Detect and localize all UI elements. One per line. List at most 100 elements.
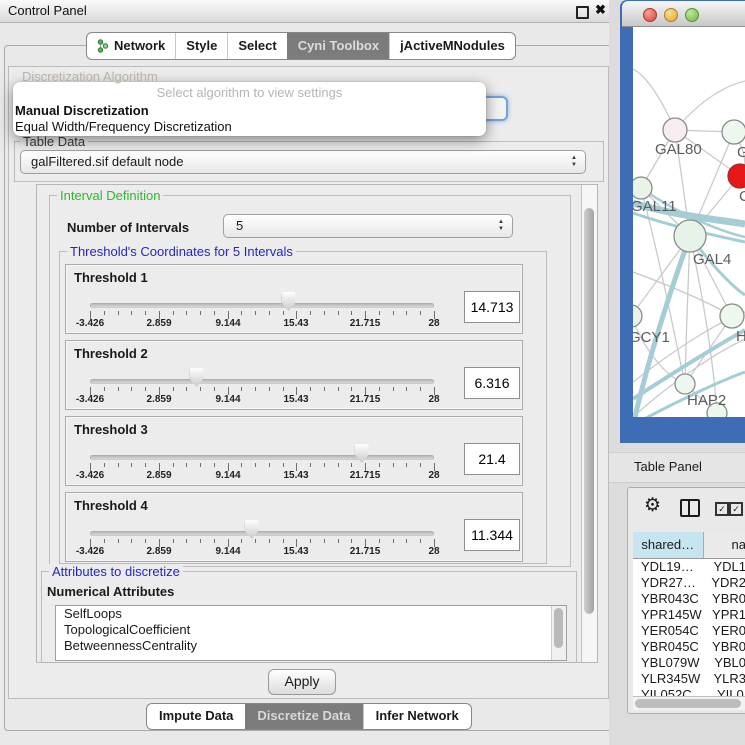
combo-arrows-icon: ▲▼ (571, 155, 577, 169)
table-data-combobox[interactable]: galFiltered.sif default node ▲▼ (20, 150, 586, 174)
list-scrollbar-thumb[interactable] (554, 608, 563, 648)
cell-name[interactable]: YBR0 (706, 639, 745, 655)
table-row[interactable]: YDL19…YDL1 (633, 559, 745, 575)
tick-mark (420, 539, 421, 543)
network-node-label: GAL4 (693, 251, 731, 268)
float-window-icon[interactable] (576, 6, 589, 19)
checkbox-icon[interactable]: ✓ (715, 502, 729, 516)
slider-handle[interactable] (282, 292, 296, 311)
checkbox-icon[interactable]: ✓ (729, 502, 743, 516)
slider-handle[interactable] (190, 368, 204, 387)
tick-mark (186, 387, 187, 391)
tick-mark (118, 463, 119, 467)
table-row[interactable]: YPR145WYPR1 (633, 607, 745, 623)
mac-minimize-button[interactable] (664, 8, 678, 22)
tab-cyni-toolbox[interactable]: Cyni Toolbox (287, 33, 389, 59)
tick-mark (324, 463, 325, 467)
dropdown-option-equal-width[interactable]: Equal Width/Frequency Discretization (13, 119, 486, 135)
tab-jactivemnodules[interactable]: jActiveMNodules (389, 33, 515, 59)
network-window-titlebar[interactable] (622, 1, 745, 27)
table-row[interactable]: YBR045CYBR0 (633, 639, 745, 655)
cell-name[interactable]: YBL0 (708, 655, 745, 671)
cell-name[interactable]: YBR0 (706, 591, 745, 607)
table-row[interactable]: YBL079WYBL0 (633, 655, 745, 671)
cell-name[interactable]: YDL1 (707, 559, 745, 575)
cell-shared-name[interactable]: YDR27… (633, 575, 705, 591)
table-horizontal-scrollbar[interactable] (633, 696, 745, 710)
tick-mark (186, 463, 187, 467)
table-row[interactable]: YIL052CYIL0 (633, 687, 745, 696)
cell-shared-name[interactable]: YIL052C (633, 687, 711, 696)
network-node[interactable] (674, 220, 706, 252)
slider-handle[interactable] (355, 444, 369, 463)
table-row[interactable]: YDR27…YDR2 (633, 575, 745, 591)
list-scrollbar[interactable] (551, 606, 566, 660)
tick-mark (214, 463, 215, 467)
tick-mark (173, 311, 174, 315)
gear-icon[interactable]: ⚙ (644, 494, 661, 517)
cell-shared-name[interactable]: YER054C (633, 623, 706, 639)
table-row[interactable]: YLR345WYLR3 (633, 671, 745, 687)
column-header-shared-name[interactable]: shared… (633, 532, 704, 558)
slider-track[interactable] (90, 531, 434, 536)
tab-impute-data[interactable]: Impute Data (147, 704, 245, 729)
network-node[interactable] (633, 305, 642, 327)
threshold-4-value-field[interactable] (464, 519, 520, 551)
threshold-3-value-field[interactable] (464, 443, 520, 475)
network-node[interactable] (720, 304, 744, 328)
attribute-list-item[interactable]: BetweennessCentrality (56, 638, 566, 654)
cell-shared-name[interactable]: YBR043C (633, 591, 706, 607)
vertical-scrollbar-thumb[interactable] (584, 208, 594, 614)
cell-shared-name[interactable]: YBR045C (633, 639, 706, 655)
slider-track[interactable] (90, 455, 434, 460)
columns-icon[interactable] (680, 499, 700, 517)
dropdown-placeholder-item[interactable]: Select algorithm to view settings (13, 82, 486, 103)
horizontal-scrollbar-thumb[interactable] (635, 699, 741, 708)
cell-name[interactable]: YPR1 (706, 607, 745, 623)
cell-name[interactable]: YIL0 (711, 687, 744, 696)
threshold-2-value-field[interactable] (464, 367, 520, 399)
tab-style[interactable]: Style (175, 33, 227, 59)
panel-title: Control Panel (8, 3, 87, 18)
tick-mark (241, 539, 242, 543)
tick-mark (118, 311, 119, 315)
attribute-list-item[interactable]: SelfLoops (56, 606, 566, 622)
tick-mark (310, 311, 311, 315)
network-node-label: HAP2 (687, 392, 726, 409)
attribute-list-item[interactable]: TopologicalCoefficient (56, 622, 566, 638)
tab-discretize-data[interactable]: Discretize Data (245, 704, 362, 729)
network-canvas[interactable]: GAL80GACGAL11GAL4GCY1HHAP2 (633, 27, 745, 417)
network-node[interactable] (722, 120, 745, 144)
slider-handle[interactable] (245, 520, 259, 539)
spinner-arrows-icon: ▲▼ (498, 219, 504, 233)
dropdown-option-manual[interactable]: Manual Discretization (13, 103, 486, 119)
network-node[interactable] (663, 118, 687, 142)
settings-vertical-scrollbar[interactable] (581, 185, 597, 662)
network-node[interactable] (728, 164, 745, 188)
cell-shared-name[interactable]: YLR345W (633, 671, 707, 687)
cell-name[interactable]: YLR3 (707, 671, 745, 687)
network-icon (97, 39, 109, 53)
table-row[interactable]: YBR043CYBR0 (633, 591, 745, 607)
cell-shared-name[interactable]: YBL079W (633, 655, 708, 671)
mac-close-button[interactable] (643, 8, 657, 22)
tick-mark (269, 463, 270, 467)
cell-name[interactable]: YDR2 (705, 575, 745, 591)
cell-shared-name[interactable]: YPR145W (633, 607, 706, 623)
network-node[interactable] (633, 177, 652, 199)
column-header-name[interactable]: na (704, 532, 745, 558)
tab-select[interactable]: Select (227, 33, 286, 59)
tab-infer-network[interactable]: Infer Network (363, 704, 471, 729)
close-icon[interactable]: ✖ (595, 2, 606, 18)
number-of-intervals-spinner[interactable]: 5 ▲▼ (223, 214, 513, 238)
table-row[interactable]: YER054CYER0 (633, 623, 745, 639)
apply-button[interactable]: Apply (268, 669, 336, 695)
cell-name[interactable]: YER0 (706, 623, 745, 639)
tab-network[interactable]: Network (87, 33, 175, 59)
mac-zoom-button[interactable] (685, 8, 699, 22)
threshold-1-value-field[interactable] (464, 291, 520, 323)
slider-track[interactable] (90, 379, 434, 384)
network-node[interactable] (675, 374, 695, 394)
cell-shared-name[interactable]: YDL19… (633, 559, 707, 575)
slider-track[interactable] (90, 303, 434, 308)
